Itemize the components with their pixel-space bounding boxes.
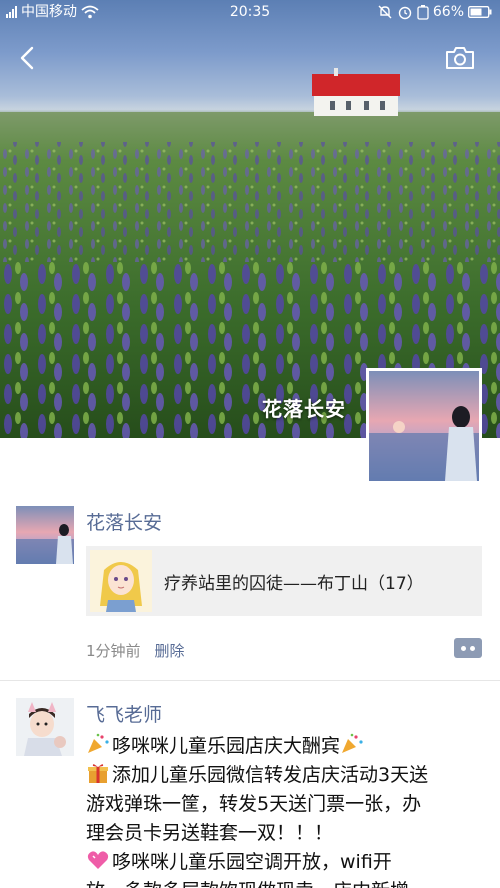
avatar-image	[369, 371, 479, 481]
shared-thumbnail	[90, 550, 152, 612]
alarm-icon	[398, 6, 412, 20]
my-avatar[interactable]	[366, 368, 482, 484]
battery-icon	[468, 6, 492, 18]
post-meta: 1分钟前 删除	[86, 640, 185, 661]
avatar-image	[16, 506, 74, 564]
post-line: 游戏弹珠一筐，转发5天送门票一张，办	[86, 793, 422, 815]
red-roof-house	[312, 68, 400, 116]
gift-icon	[88, 764, 108, 783]
status-bar: 中国移动 20:35 66%	[0, 0, 500, 24]
post-author[interactable]: 飞飞老师	[86, 700, 162, 727]
post-line: 理会员卡另送鞋套一双！！！	[86, 822, 334, 844]
post-line: 哆咪咪儿童乐园空调开放，wifi开	[86, 848, 486, 877]
camera-button[interactable]	[444, 44, 476, 72]
chevron-left-icon	[20, 46, 34, 70]
party-popper-icon	[88, 733, 109, 753]
post-body: 哆咪咪儿童乐园店庆大酬宾 添加儿童乐园微信转发店庆活动3天送 游戏弹珠一筐，转发…	[86, 732, 486, 888]
battery-saver-icon	[417, 5, 429, 20]
divider	[0, 680, 500, 681]
post-line: 放，多款多层款饮现做现卖，店内新增	[86, 877, 486, 888]
mute-bell-icon	[378, 5, 392, 19]
avatar-image	[16, 698, 74, 756]
post-author[interactable]: 花落长安	[86, 508, 162, 535]
dot-icon	[461, 645, 466, 651]
party-popper-icon	[342, 733, 363, 753]
dot-icon	[470, 645, 475, 651]
cover-username: 花落长安	[262, 397, 346, 421]
post-avatar[interactable]	[16, 698, 74, 756]
back-button[interactable]	[14, 44, 42, 72]
post-line-text: 哆咪咪儿童乐园空调开放，wifi开	[112, 851, 392, 873]
battery-label: 66%	[432, 4, 464, 20]
post-line-text: 哆咪咪儿童乐园店庆大酬宾	[112, 735, 341, 757]
shared-title: 疗养站里的囚徒——布丁山（17）	[164, 573, 424, 594]
shared-link-card[interactable]: 疗养站里的囚徒——布丁山（17）	[86, 546, 482, 616]
post-line: 哆咪咪儿童乐园店庆大酬宾	[86, 732, 486, 761]
post-avatar[interactable]	[16, 506, 74, 564]
camera-icon	[446, 47, 474, 69]
post-line: 添加儿童乐园微信转发店庆活动3天送	[86, 761, 486, 790]
post-time: 1分钟前	[86, 642, 141, 660]
comment-like-button[interactable]	[454, 638, 482, 658]
post-line-text: 添加儿童乐园微信转发店庆活动3天送	[112, 764, 429, 786]
anime-girl-thumbnail	[90, 550, 152, 612]
delete-button[interactable]: 删除	[155, 640, 185, 661]
sparkling-heart-icon	[87, 851, 109, 869]
